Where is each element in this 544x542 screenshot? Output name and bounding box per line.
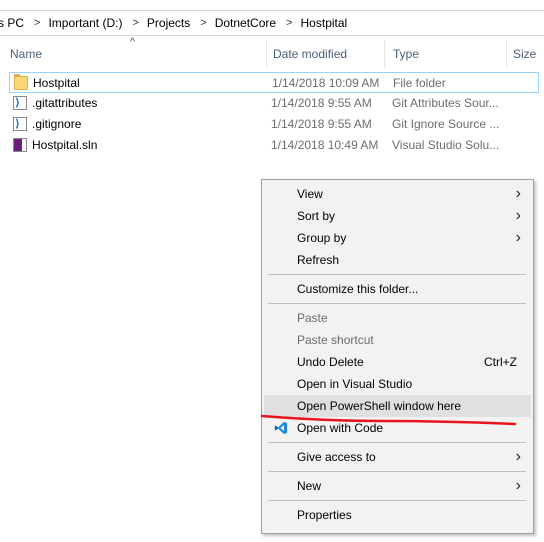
menu-item-label: Refresh <box>297 253 340 267</box>
file-name: .gitignore <box>32 117 82 131</box>
file-date: 1/14/2018 9:55 AM <box>271 117 372 131</box>
menu-item-sort-by[interactable]: Sort by › <box>264 205 531 227</box>
menu-item-label: Open in Visual Studio <box>297 377 413 391</box>
menu-item-group-by[interactable]: Group by › <box>264 227 531 249</box>
menu-item-label: Customize this folder... <box>297 282 419 296</box>
menu-item-view[interactable]: View › <box>264 183 531 205</box>
breadcrumb-dotnetcore[interactable]: DotnetCore <box>215 16 280 30</box>
vscode-icon <box>274 421 288 435</box>
menu-item-customize-folder[interactable]: Customize this folder... <box>264 278 531 300</box>
menu-separator <box>268 274 526 275</box>
chevron-right-icon: › <box>515 185 521 202</box>
file-date: 1/14/2018 10:49 AM <box>271 138 379 152</box>
file-name: Hostpital <box>33 76 80 90</box>
menu-separator <box>268 500 526 501</box>
menu-item-paste: Paste <box>264 307 531 329</box>
chevron-right-icon: › <box>515 477 521 494</box>
chevron-right-icon: › <box>515 229 521 246</box>
column-header-name[interactable]: Name <box>10 40 265 68</box>
menu-item-open-powershell[interactable]: Open PowerShell window here <box>264 395 531 417</box>
menu-separator <box>268 442 526 443</box>
menu-item-open-with-code[interactable]: Open with Code <box>264 417 531 439</box>
address-bar[interactable]: s PC > Important (D:) > Projects > Dotne… <box>0 10 544 36</box>
vs-file-icon: ⟩ <box>13 96 27 110</box>
menu-separator <box>268 303 526 304</box>
menu-item-label: Open PowerShell window here <box>297 399 462 413</box>
context-menu: View › Sort by › Group by › Refresh Cust… <box>261 179 534 534</box>
chevron-right-icon: › <box>515 207 521 224</box>
menu-item-label: Properties <box>297 508 352 522</box>
solution-file-icon <box>13 138 27 152</box>
file-row[interactable]: Hostpital.sln 1/14/2018 10:49 AM Visual … <box>9 135 539 156</box>
file-date: 1/14/2018 9:55 AM <box>271 96 372 110</box>
chevron-right-icon[interactable]: > <box>126 17 146 29</box>
chevron-right-icon[interactable]: > <box>28 17 48 29</box>
menu-item-label: Open with Code <box>297 421 384 435</box>
menu-item-paste-shortcut: Paste shortcut <box>264 329 531 351</box>
menu-item-label: Give access to <box>297 450 376 464</box>
menu-item-label: Paste <box>297 311 328 325</box>
menu-item-label: View <box>297 187 323 201</box>
file-name: .gitattributes <box>32 96 98 110</box>
keyboard-shortcut: Ctrl+Z <box>484 355 517 369</box>
file-type: Git Ignore Source ... <box>392 117 500 131</box>
chevron-right-icon[interactable]: > <box>280 17 300 29</box>
file-type: Visual Studio Solu... <box>392 138 500 152</box>
menu-item-label: Sort by <box>297 209 336 223</box>
file-row[interactable]: ⟩ .gitignore 1/14/2018 9:55 AM Git Ignor… <box>9 114 539 135</box>
menu-item-refresh[interactable]: Refresh <box>264 249 531 271</box>
column-header-type[interactable]: Type <box>384 40 506 68</box>
chevron-right-icon[interactable]: > <box>194 17 214 29</box>
menu-item-label: Undo Delete <box>297 355 364 369</box>
file-name: Hostpital.sln <box>32 138 98 152</box>
file-type: Git Attributes Sour... <box>392 96 499 110</box>
menu-separator <box>268 471 526 472</box>
breadcrumb-projects[interactable]: Projects <box>147 16 194 30</box>
breadcrumb-hostpital[interactable]: Hostpital <box>301 16 352 30</box>
folder-icon <box>14 74 28 90</box>
menu-item-properties[interactable]: Properties <box>264 504 531 526</box>
column-header-date[interactable]: Date modified <box>266 40 384 68</box>
breadcrumb-this-pc[interactable]: s PC <box>0 16 28 30</box>
menu-item-undo-delete[interactable]: Undo Delete Ctrl+Z <box>264 351 531 373</box>
breadcrumb-drive[interactable]: Important (D:) <box>48 16 126 30</box>
file-row[interactable]: Hostpital 1/14/2018 10:09 AM File folder <box>9 72 539 93</box>
chevron-right-icon: › <box>515 448 521 465</box>
menu-item-give-access[interactable]: Give access to › <box>264 446 531 468</box>
column-header-row: ^ Name Date modified Type Size <box>0 36 544 68</box>
file-type: File folder <box>393 76 446 90</box>
menu-item-label: Paste shortcut <box>297 333 374 347</box>
column-header-size[interactable]: Size <box>506 40 544 68</box>
menu-item-open-visual-studio[interactable]: Open in Visual Studio <box>264 373 531 395</box>
menu-item-new[interactable]: New › <box>264 475 531 497</box>
menu-item-label: Group by <box>297 231 347 245</box>
vs-file-icon: ⟩ <box>13 117 27 131</box>
menu-item-label: New <box>297 479 322 493</box>
file-row[interactable]: ⟩ .gitattributes 1/14/2018 9:55 AM Git A… <box>9 93 539 114</box>
file-date: 1/14/2018 10:09 AM <box>272 76 380 90</box>
